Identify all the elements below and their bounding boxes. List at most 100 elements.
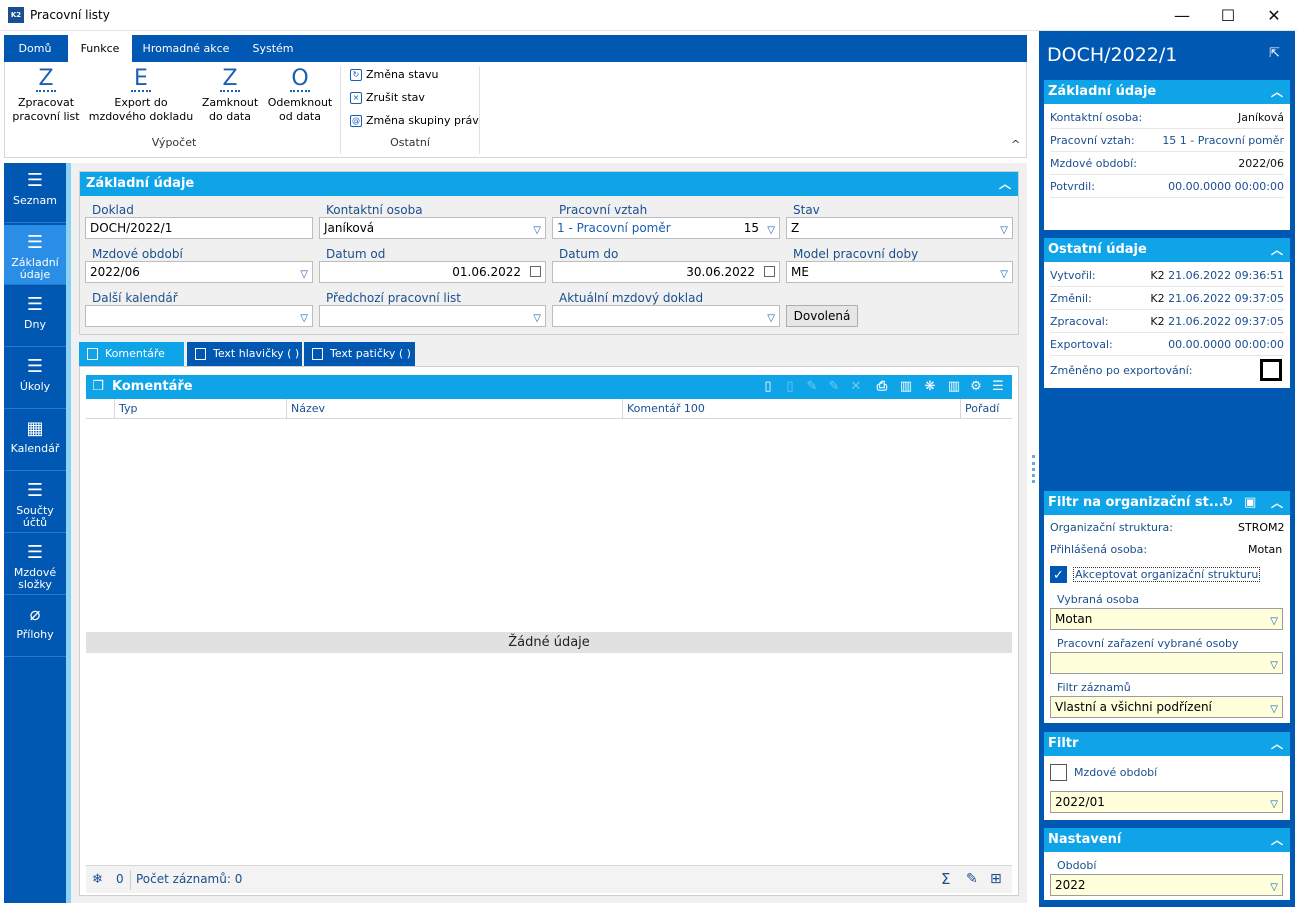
dropdown-icon[interactable]: ▽	[1270, 612, 1278, 632]
selected-person-select[interactable]: Motan ▽	[1050, 608, 1283, 630]
nav-item-ukoly[interactable]: ☰ Úkoly	[4, 349, 66, 409]
dropdown-icon[interactable]: ▽	[767, 221, 775, 238]
nav-item-mzdove-slozky[interactable]: ☰ Mzdové složky	[4, 535, 66, 595]
pencil-icon[interactable]: ✎	[826, 379, 842, 395]
edit-icon[interactable]: ✎	[804, 379, 820, 395]
info-row: Změněno po exportování:	[1050, 364, 1193, 377]
sum-icon[interactable]: Σ	[941, 870, 950, 888]
dropdown-icon[interactable]: ▽	[1270, 656, 1278, 676]
kalendar-select[interactable]: ▽	[85, 305, 313, 327]
app-logo-icon: K2	[8, 7, 24, 23]
lock-button[interactable]: Z Zamknout do data	[199, 68, 261, 124]
dropdown-icon[interactable]: ▽	[767, 309, 775, 326]
copy-icon[interactable]: ▯	[782, 379, 798, 395]
doklad-field[interactable]: DOCH/2022/1	[85, 217, 313, 239]
snowflake-icon[interactable]: ❄	[92, 872, 103, 887]
export-button[interactable]: E Export do mzdového dokladu	[87, 68, 195, 124]
collapse-icon[interactable]: ︿	[1268, 828, 1286, 852]
selected-person-label: Vybraná osoba	[1057, 593, 1140, 606]
refresh-icon[interactable]: ↻	[1222, 491, 1233, 515]
dropdown-icon[interactable]: ▽	[533, 221, 541, 238]
unlock-button[interactable]: O Odemknout od data	[265, 68, 335, 124]
obdobi-select[interactable]: 2022/06 ▽	[85, 261, 313, 283]
nav-item-soucty-uctu[interactable]: ☰ Součty účtů	[4, 473, 66, 533]
tab-text-hlavicky[interactable]: Text hlavičky ( )	[187, 342, 302, 366]
open-external-icon[interactable]: ⇱	[1269, 46, 1283, 61]
close-icon[interactable]: ✕	[1251, 0, 1297, 31]
column-header-poradi[interactable]: Pořadí	[960, 399, 1004, 419]
cancel-state-button[interactable]: × Zrušit stav	[350, 91, 425, 104]
obdobi-label: Mzdové období	[92, 247, 183, 261]
maximize-icon[interactable]: ☐	[1205, 0, 1251, 31]
tab-text-paticky[interactable]: Text patičky ( )	[304, 342, 415, 366]
collapse-icon[interactable]: ︿	[1268, 238, 1286, 262]
menu-icon[interactable]: ☰	[990, 379, 1006, 395]
records-filter-select[interactable]: Vlastní a všichni podřízení ▽	[1050, 696, 1283, 718]
changed-after-export-checkbox[interactable]	[1260, 359, 1282, 381]
calendar-icon[interactable]	[530, 266, 541, 277]
dropdown-icon[interactable]: ▽	[300, 309, 308, 326]
footer-separator	[130, 870, 131, 890]
new-record-icon[interactable]: ▯	[760, 379, 776, 395]
period-filter-select[interactable]: 2022/01 ▽	[1050, 791, 1283, 813]
dropdown-icon[interactable]: ▽	[1270, 878, 1278, 898]
left-navigation: ☰ Seznam ☰ Základní údaje ☰ Dny ☰ Úkoly …	[4, 163, 66, 903]
tab-system[interactable]: Systém	[240, 35, 306, 62]
accept-org-structure-label[interactable]: Akceptovat organizační strukturu	[1073, 567, 1261, 582]
column-header-nazev[interactable]: Název	[286, 399, 622, 419]
aktualni-select[interactable]: ▽	[552, 305, 780, 327]
tab-domu[interactable]: Domů	[4, 35, 66, 62]
vztah-select[interactable]: 1 - Pracovní poměr 15 ▽	[552, 217, 780, 239]
dropdown-icon[interactable]: ▽	[533, 309, 541, 326]
info-row: Vytvořil: K2 21.06.2022 09:36:51	[1050, 264, 1284, 287]
nav-item-prilohy[interactable]: ⌀ Přílohy	[4, 597, 66, 657]
nav-item-kalendar[interactable]: ▦ Kalendář	[4, 411, 66, 471]
dropdown-icon[interactable]: ▽	[300, 265, 308, 282]
period-filter-checkbox[interactable]	[1050, 764, 1067, 781]
process-worksheet-button[interactable]: Z Zpracovat pracovní list	[11, 68, 81, 124]
ribbon-collapse-icon[interactable]: ^	[1011, 138, 1020, 151]
nav-item-dny[interactable]: ☰ Dny	[4, 287, 66, 347]
delete-icon[interactable]: ✕	[848, 379, 864, 395]
list-icon: ☰	[26, 480, 44, 501]
change-state-button[interactable]: ↻ Změna stavu	[350, 68, 439, 81]
collapse-icon[interactable]: ︿	[1268, 491, 1286, 515]
dropdown-icon[interactable]: ▽	[1270, 795, 1278, 815]
dovolena-button[interactable]: Dovolená	[786, 305, 858, 327]
chart-icon[interactable]: ▥	[898, 379, 914, 395]
collapse-icon[interactable]: ︿	[1268, 80, 1286, 104]
tab-hromadne-akce[interactable]: Hromadné akce	[134, 35, 238, 62]
nav-item-seznam[interactable]: ☰ Seznam	[4, 163, 66, 223]
stav-select[interactable]: Z ▽	[786, 217, 1013, 239]
print-icon[interactable]: ⎙	[874, 379, 890, 395]
collapse-icon[interactable]: ︿	[1268, 732, 1286, 756]
tab-komentare[interactable]: Komentáře (0)	[79, 342, 184, 384]
columns-icon[interactable]: ▥	[946, 379, 962, 395]
model-select[interactable]: ME ▽	[786, 261, 1013, 283]
datum-do-field[interactable]: 30.06.2022	[552, 261, 780, 283]
collapse-icon[interactable]: ︿	[996, 172, 1014, 196]
panel-splitter[interactable]	[1032, 455, 1035, 483]
change-rights-group-button[interactable]: @ Změna skupiny práv	[350, 114, 479, 127]
dropdown-icon[interactable]: ▽	[1000, 265, 1008, 282]
datum-od-field[interactable]: 01.06.2022	[319, 261, 546, 283]
assignment-select[interactable]: ▽	[1050, 652, 1283, 674]
nav-item-zakladni-udaje[interactable]: ☰ Základní údaje	[4, 225, 66, 285]
column-header-komentar[interactable]: Komentář 100	[622, 399, 960, 419]
accept-org-structure-checkbox[interactable]: ✓	[1050, 566, 1067, 583]
column-header-typ[interactable]: Typ	[114, 399, 286, 419]
edit-pencil-icon[interactable]: ✎	[966, 871, 978, 887]
structure-icon[interactable]: ❋	[922, 379, 938, 395]
minimize-icon[interactable]: —	[1159, 0, 1205, 31]
save-icon[interactable]: ▣	[1244, 491, 1256, 515]
settings-period-select[interactable]: 2022 ▽	[1050, 874, 1283, 896]
dropdown-icon[interactable]: ▽	[1270, 700, 1278, 720]
group-label-ostatni: Ostatní	[390, 136, 430, 149]
kontakt-select[interactable]: Janíková ▽	[319, 217, 546, 239]
predchozi-select[interactable]: ▽	[319, 305, 546, 327]
tab-funkce[interactable]: Funkce	[68, 35, 132, 62]
dropdown-icon[interactable]: ▽	[1000, 221, 1008, 238]
gear-icon[interactable]: ⚙	[968, 379, 984, 395]
calendar-icon[interactable]	[764, 266, 775, 277]
add-record-icon[interactable]: ⊞	[990, 871, 1002, 887]
